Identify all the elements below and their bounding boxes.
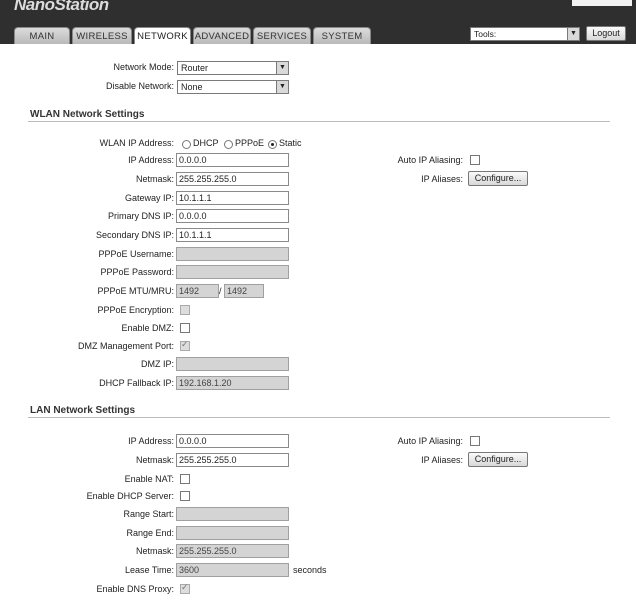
wlan-gateway-label: Gateway IP: xyxy=(124,193,174,203)
range-start-input[interactable] xyxy=(176,507,289,521)
wlan-auto-alias-checkbox[interactable] xyxy=(470,155,480,165)
wlan-netmask-label: Netmask: xyxy=(135,174,174,184)
enable-dhcp-server-checkbox[interactable] xyxy=(180,491,190,501)
dmz-mgmt-port-checkbox[interactable] xyxy=(180,339,190,351)
radio-static[interactable] xyxy=(268,140,277,149)
disable-network-label: Disable Network: xyxy=(105,81,174,91)
tools-dropdown[interactable]: Tools: ▼ xyxy=(470,27,580,41)
pppoe-mru-input[interactable]: 1492 xyxy=(224,284,264,298)
lease-time-input[interactable]: 3600 xyxy=(176,563,289,577)
chevron-down-icon: ▼ xyxy=(276,62,288,74)
tab-services[interactable]: SERVICES xyxy=(253,27,311,44)
wlan-section-title: WLAN Network Settings xyxy=(30,109,145,120)
top-banner: NanoStation xyxy=(0,0,636,24)
lan-ip-aliases-label: IP Aliases: xyxy=(421,455,463,465)
tab-main[interactable]: MAIN xyxy=(14,27,70,44)
enable-nat-label: Enable NAT: xyxy=(124,474,174,484)
radio-pppoe[interactable] xyxy=(224,140,233,149)
network-mode-value: Router xyxy=(181,63,209,73)
range-end-input[interactable] xyxy=(176,526,289,540)
mtu-separator: / xyxy=(219,286,222,296)
pppoe-username-label: PPPoE Username: xyxy=(98,249,174,259)
pppoe-password-label: PPPoE Password: xyxy=(100,267,174,277)
wlan-gateway-input[interactable]: 10.1.1.1 xyxy=(176,191,289,205)
tab-network[interactable]: NETWORK xyxy=(134,27,191,45)
range-start-label: Range Start: xyxy=(123,509,174,519)
enable-dhcp-server-label: Enable DHCP Server: xyxy=(86,491,174,501)
pppoe-mtu-input[interactable]: 1492 xyxy=(176,284,219,298)
dhcp-fallback-label: DHCP Fallback IP: xyxy=(99,378,174,388)
dhcp-fallback-input[interactable]: 192.168.1.20 xyxy=(176,376,289,390)
lan-ip-input[interactable]: 0.0.0.0 xyxy=(176,434,289,448)
lan-ip-label: IP Address: xyxy=(128,436,174,446)
radio-dhcp-label: DHCP xyxy=(193,138,219,148)
lan-netmask-label: Netmask: xyxy=(135,455,174,465)
radio-pppoe-label: PPPoE xyxy=(235,138,265,148)
lan-auto-alias-label: Auto IP Aliasing: xyxy=(397,436,463,446)
radio-dhcp[interactable] xyxy=(182,140,191,149)
lan-auto-alias-checkbox[interactable] xyxy=(470,436,480,446)
range-end-label: Range End: xyxy=(126,528,174,538)
dmz-ip-input[interactable] xyxy=(176,357,289,371)
tab-advanced[interactable]: ADVANCED xyxy=(193,27,251,44)
wlan-secondary-dns-label: Secondary DNS IP: xyxy=(95,230,174,240)
dhcp-netmask-input[interactable]: 255.255.255.0 xyxy=(176,544,289,558)
disable-network-select[interactable]: None ▼ xyxy=(177,80,289,94)
pppoe-encryption-checkbox[interactable] xyxy=(180,305,190,315)
logout-button[interactable]: Logout xyxy=(586,26,626,41)
lan-configure-button[interactable]: Configure... xyxy=(468,452,528,467)
disable-network-value: None xyxy=(181,82,203,92)
network-mode-select[interactable]: Router ▼ xyxy=(177,61,289,75)
wlan-configure-button[interactable]: Configure... xyxy=(468,171,528,186)
wlan-primary-dns-input[interactable]: 0.0.0.0 xyxy=(176,209,289,223)
wlan-secondary-dns-input[interactable]: 10.1.1.1 xyxy=(176,228,289,242)
tools-dropdown-value: Tools: xyxy=(474,29,497,39)
lease-time-label: Lease Time: xyxy=(124,565,174,575)
pppoe-encryption-label: PPPoE Encryption: xyxy=(97,305,174,315)
lease-time-unit: seconds xyxy=(293,565,327,575)
pppoe-mtu-label: PPPoE MTU/MRU: xyxy=(97,286,174,296)
lan-section-divider xyxy=(28,417,610,418)
dmz-mgmt-port-label: DMZ Management Port: xyxy=(77,341,174,351)
tab-system[interactable]: SYSTEM xyxy=(313,27,371,44)
dmz-ip-label: DMZ IP: xyxy=(141,359,174,369)
wlan-ip-label: IP Address: xyxy=(128,155,174,165)
wlan-ip-mode-label: WLAN IP Address: xyxy=(99,138,174,148)
wlan-netmask-input[interactable]: 255.255.255.0 xyxy=(176,172,289,186)
chevron-down-icon: ▼ xyxy=(276,81,288,93)
enable-dmz-label: Enable DMZ: xyxy=(121,323,174,333)
lan-section-title: LAN Network Settings xyxy=(30,405,136,416)
wlan-section-divider xyxy=(28,121,610,122)
network-mode-label: Network Mode: xyxy=(113,62,174,72)
pppoe-password-input[interactable] xyxy=(176,265,289,279)
lan-netmask-input[interactable]: 255.255.255.0 xyxy=(176,453,289,467)
enable-dns-proxy-label: Enable DNS Proxy: xyxy=(96,584,174,594)
wlan-ip-input[interactable]: 0.0.0.0 xyxy=(176,153,289,167)
enable-dns-proxy-checkbox[interactable] xyxy=(180,582,190,594)
wlan-auto-alias-label: Auto IP Aliasing: xyxy=(397,155,463,165)
enable-dmz-checkbox[interactable] xyxy=(180,323,190,333)
wlan-primary-dns-label: Primary DNS IP: xyxy=(107,211,174,221)
tab-wireless[interactable]: WIRELESS xyxy=(72,27,132,44)
brand-logo: NanoStation xyxy=(14,0,109,14)
enable-nat-checkbox[interactable] xyxy=(180,474,190,484)
chevron-down-icon: ▼ xyxy=(567,28,579,40)
radio-static-label: Static xyxy=(279,138,302,148)
wlan-ip-aliases-label: IP Aliases: xyxy=(421,174,463,184)
dhcp-netmask-label: Netmask: xyxy=(135,546,174,556)
pppoe-username-input[interactable] xyxy=(176,247,289,261)
network-settings-panel: Network Mode: Router ▼ Disable Network: … xyxy=(14,44,620,600)
browser-chrome-strip xyxy=(572,0,632,6)
